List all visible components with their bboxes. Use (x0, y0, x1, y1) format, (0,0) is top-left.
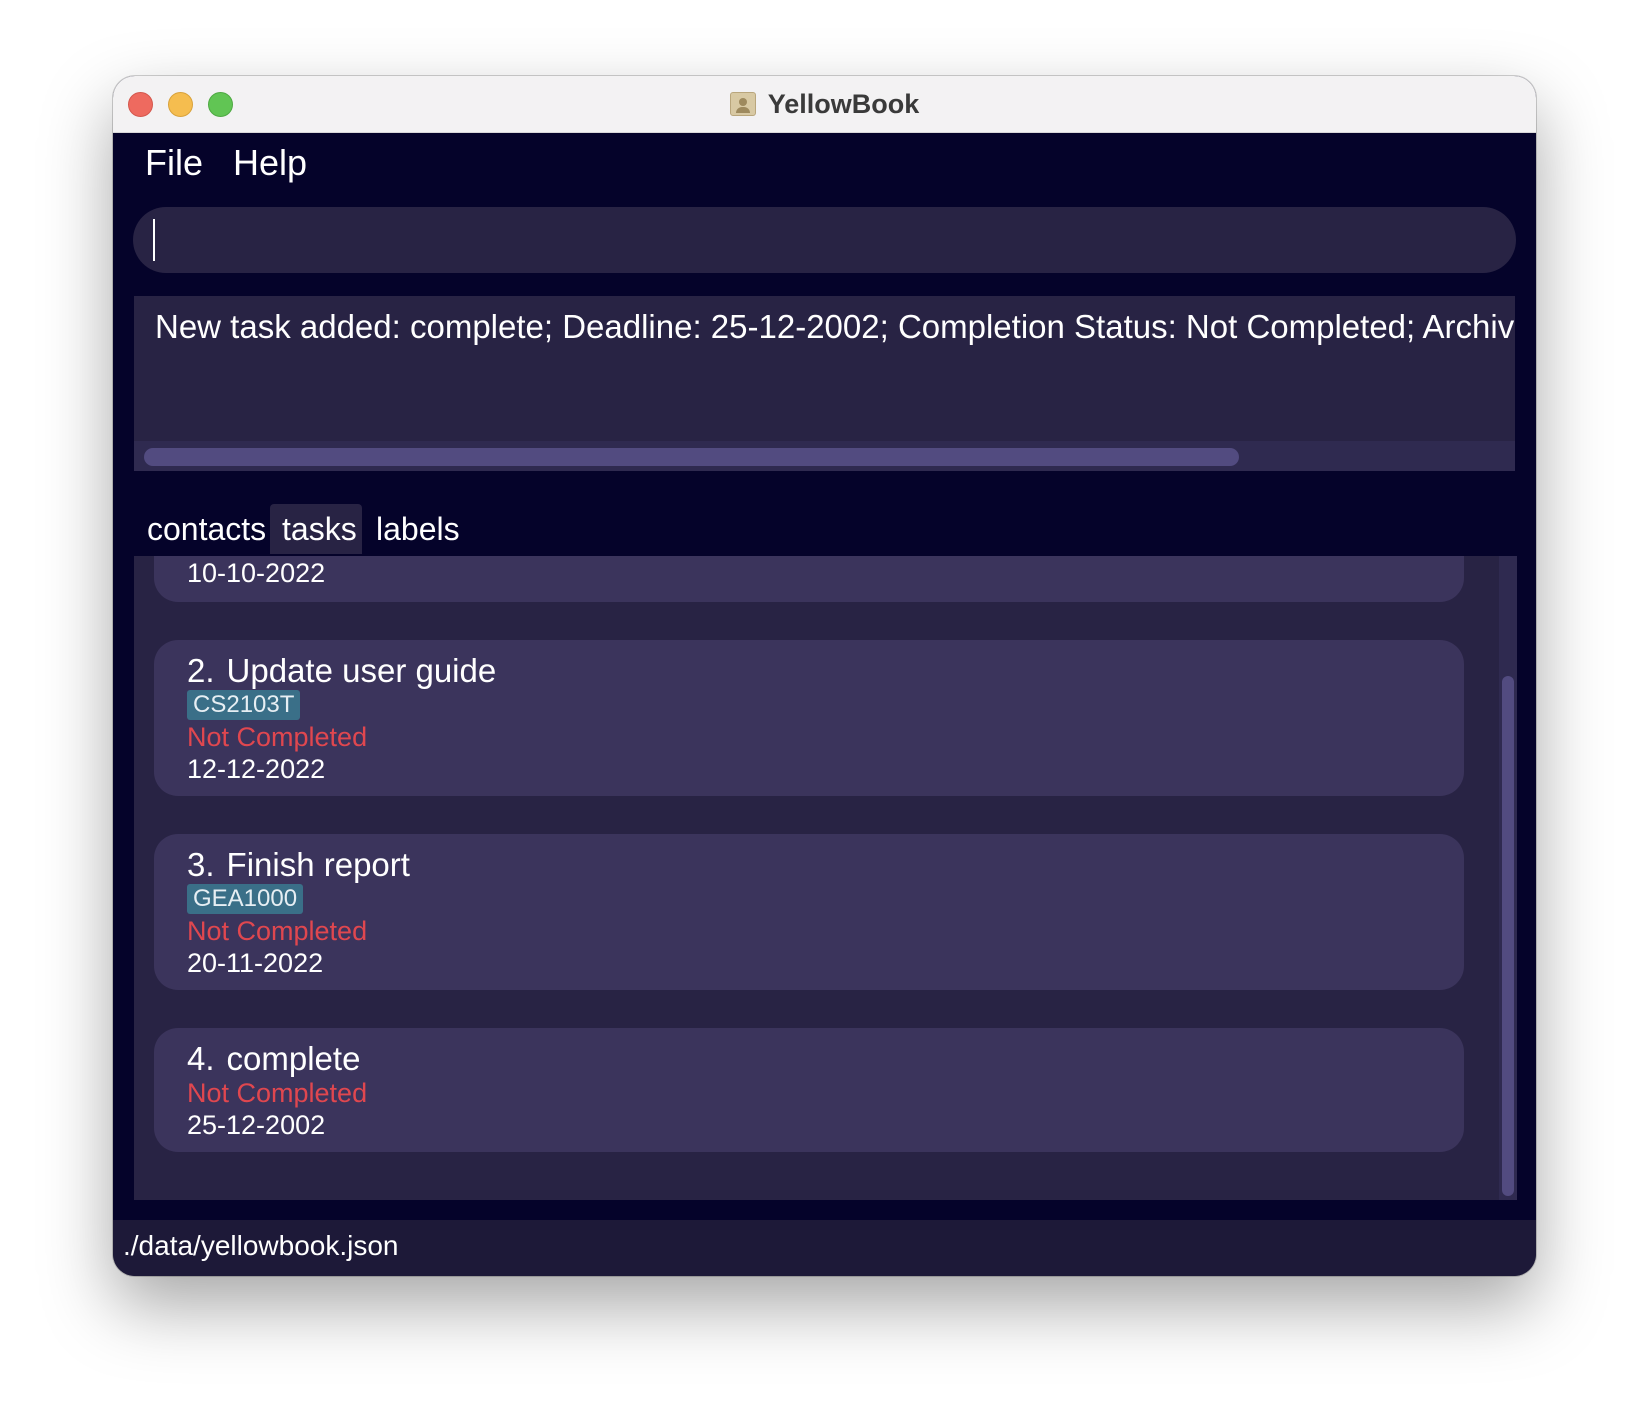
task-list-vertical-scrollbar[interactable] (1499, 556, 1517, 1200)
tab-labels[interactable]: labels (364, 504, 472, 554)
task-deadline: 10-10-2022 (187, 558, 326, 588)
task-title: Finish report (226, 846, 410, 883)
menu-file[interactable]: File (145, 142, 203, 184)
task-title-row: 2. Update user guide (187, 652, 496, 690)
result-scrollbar-thumb[interactable] (144, 448, 1239, 466)
result-horizontal-scrollbar[interactable] (134, 441, 1515, 471)
task-deadline: 25-12-2002 (187, 1110, 326, 1140)
command-input[interactable] (133, 207, 1516, 273)
menu-help[interactable]: Help (233, 142, 307, 184)
save-file-path: ./data/yellowbook.json (123, 1230, 399, 1261)
result-message: New task added: complete; Deadline: 25-1… (155, 308, 1515, 345)
task-tag: CS2103T (187, 690, 301, 720)
app-window: YellowBook File Help New task added: com… (113, 76, 1536, 1276)
tab-contacts[interactable]: contacts (135, 504, 278, 554)
task-tag: GEA1000 (187, 884, 304, 914)
task-card-4[interactable]: 4. complete Not Completed 25-12-2002 (154, 1028, 1464, 1152)
task-list-scrollbar-thumb[interactable] (1502, 676, 1514, 1196)
result-display: New task added: complete; Deadline: 25-1… (134, 296, 1515, 441)
task-title: complete (226, 1040, 361, 1077)
task-card-2[interactable]: 2. Update user guide CS2103T Not Complete… (154, 640, 1464, 796)
text-caret (153, 219, 155, 261)
task-status: Not Completed (187, 1078, 368, 1108)
address-book-icon (729, 92, 756, 116)
task-index: 2. (187, 652, 215, 689)
menu-bar: File Help (113, 132, 1536, 196)
task-deadline: 20-11-2022 (187, 948, 324, 978)
task-deadline: 12-12-2022 (187, 754, 326, 784)
task-title: Update user guide (226, 652, 497, 689)
task-index: 4. (187, 1040, 215, 1077)
task-status: Not Completed (187, 722, 368, 752)
task-index: 3. (187, 846, 215, 883)
task-card-1[interactable]: 10-10-2022 (154, 556, 1464, 602)
task-title-row: 3. Finish report (187, 846, 410, 884)
task-list[interactable]: 10-10-2022 2. Update user guide CS2103T N… (134, 556, 1517, 1200)
task-card-3[interactable]: 3. Finish report GEA1000 Not Completed 20… (154, 834, 1464, 990)
window-title: YellowBook (767, 88, 920, 119)
title-bar: YellowBook (113, 76, 1536, 133)
task-title-row: 4. complete (187, 1040, 360, 1078)
status-bar: ./data/yellowbook.json (113, 1220, 1536, 1276)
task-status: Not Completed (187, 916, 368, 946)
tab-tasks[interactable]: tasks (270, 504, 362, 554)
